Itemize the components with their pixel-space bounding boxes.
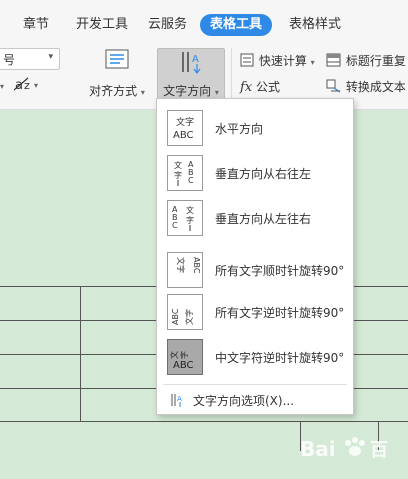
watermark-text: Bai <box>300 437 336 461</box>
tab-cloud-service[interactable]: 云服务 <box>148 14 187 36</box>
text-direction-icon: A <box>182 52 201 74</box>
convert-text-icon <box>326 79 341 93</box>
text-direction-options-item[interactable]: A 文字方向选项(X)... <box>157 388 353 412</box>
svg-text:C: C <box>172 221 178 230</box>
svg-text:文: 文 <box>174 160 182 170</box>
menu-item-label: 所有文字逆时针旋转90° <box>215 306 345 320</box>
font-size-value: 号 <box>3 53 16 67</box>
menu-separator <box>163 384 347 385</box>
svg-text:▾: ▾ <box>34 81 38 90</box>
font-size-combo[interactable]: 号 ▾ <box>0 48 60 70</box>
chevron-down-icon: ▾ <box>214 88 219 97</box>
text-direction-options-label: 文字方向选项(X)... <box>193 394 295 408</box>
repeat-title-label: 标题行重复 <box>345 54 406 68</box>
chevron-down-icon[interactable]: ▾ <box>48 52 53 62</box>
svg-text:文字: 文字 <box>184 309 194 325</box>
vertical-rtl-text-icon: 文 字 A B C <box>167 155 203 191</box>
menu-item-rotate-clockwise[interactable]: 文字 ABC 所有文字顺时针旋转90° <box>157 247 353 293</box>
dropdown-arrow-left[interactable]: ▾ <box>0 78 4 92</box>
baidu-watermark-logo: Bai 百 <box>298 434 402 468</box>
svg-text:文字: 文字 <box>176 257 186 273</box>
ribbon-separator <box>231 48 232 104</box>
cjk-rotate-text-icon: 文 字 ABC <box>167 339 203 375</box>
svg-text:字: 字 <box>174 170 182 180</box>
fx-icon: fx <box>240 80 253 95</box>
svg-text:字: 字 <box>179 351 189 359</box>
tab-table-tools[interactable]: 表格工具 <box>200 14 273 36</box>
svg-text:z: z <box>24 79 30 92</box>
horizontal-text-icon: 文字 ABC <box>167 110 203 146</box>
clear-format-button[interactable]: a z ▾ <box>13 76 40 95</box>
repeat-title-icon <box>326 53 341 67</box>
menu-item-label: 垂直方向从左往右 <box>215 212 312 226</box>
svg-text:文字: 文字 <box>176 116 194 128</box>
text-direction-menu: 文字 ABC 水平方向 文 字 A B C 垂直方向从右往左 A B C 文 字… <box>156 98 354 415</box>
chevron-down-icon: ▾ <box>310 58 315 67</box>
svg-text:A: A <box>192 54 199 65</box>
calculator-icon <box>240 53 254 67</box>
rotate-counterclockwise-text-icon: ABC 文字 <box>167 294 203 330</box>
menu-item-cjk-rotate-counterclockwise[interactable]: 文 字 ABC 中文字符逆时针旋转90° <box>157 334 353 380</box>
convert-to-text-button[interactable]: 转换成文本 <box>326 78 406 95</box>
menu-item-rotate-counterclockwise[interactable]: ABC 文字 所有文字逆时针旋转90° <box>157 289 353 335</box>
repeat-title-row-button[interactable]: 标题行重复 <box>326 52 406 69</box>
clear-format-icon: a z ▾ <box>13 77 38 93</box>
convert-text-label: 转换成文本 <box>345 80 406 94</box>
svg-text:A: A <box>177 395 182 403</box>
menu-item-vertical-left-to-right[interactable]: A B C 文 字 垂直方向从左往右 <box>157 195 353 241</box>
table-col-border <box>80 286 81 421</box>
tab-developer-tools[interactable]: 开发工具 <box>76 14 128 36</box>
watermark-text-cn: 百 <box>370 440 388 461</box>
formula-button[interactable]: fx 公式 <box>240 78 280 95</box>
svg-text:ABC: ABC <box>171 308 180 325</box>
paw-icon <box>345 437 365 456</box>
svg-text:ABC: ABC <box>192 257 201 274</box>
svg-text:ABC: ABC <box>173 360 194 371</box>
quick-calc-button[interactable]: 快速计算 ▾ <box>239 52 315 69</box>
formula-label: 公式 <box>255 80 280 94</box>
align-button[interactable]: 对齐方式 ▾ <box>86 48 148 104</box>
text-direction-small-icon: A <box>171 394 182 407</box>
svg-text:C: C <box>188 176 194 185</box>
tab-table-style[interactable]: 表格样式 <box>289 14 341 36</box>
vertical-ltr-text-icon: A B C 文 字 <box>167 200 203 236</box>
text-direction-label: 文字方向 <box>163 84 212 98</box>
chevron-down-icon: ▾ <box>140 88 145 97</box>
align-label: 对齐方式 <box>89 84 138 98</box>
menu-item-label: 中文字符逆时针旋转90° <box>215 351 345 365</box>
quick-calc-label: 快速计算 <box>258 54 307 68</box>
svg-text:文: 文 <box>169 351 179 359</box>
menu-item-label: 垂直方向从右往左 <box>215 167 312 181</box>
tab-bar: 章节 开发工具 云服务 表格工具 表格样式 <box>0 0 408 40</box>
tab-chapter[interactable]: 章节 <box>23 14 49 36</box>
rotate-clockwise-text-icon: 文字 ABC <box>167 252 203 288</box>
table-row-border <box>0 421 408 422</box>
align-icon <box>105 49 129 69</box>
svg-text:字: 字 <box>186 215 194 225</box>
svg-text:ABC: ABC <box>173 130 194 141</box>
menu-item-label: 所有文字顺时针旋转90° <box>215 264 345 278</box>
menu-item-horizontal[interactable]: 文字 ABC 水平方向 <box>157 105 353 151</box>
menu-item-label: 水平方向 <box>215 122 264 136</box>
menu-item-vertical-right-to-left[interactable]: 文 字 A B C 垂直方向从右往左 <box>157 150 353 196</box>
svg-text:文: 文 <box>186 205 194 215</box>
